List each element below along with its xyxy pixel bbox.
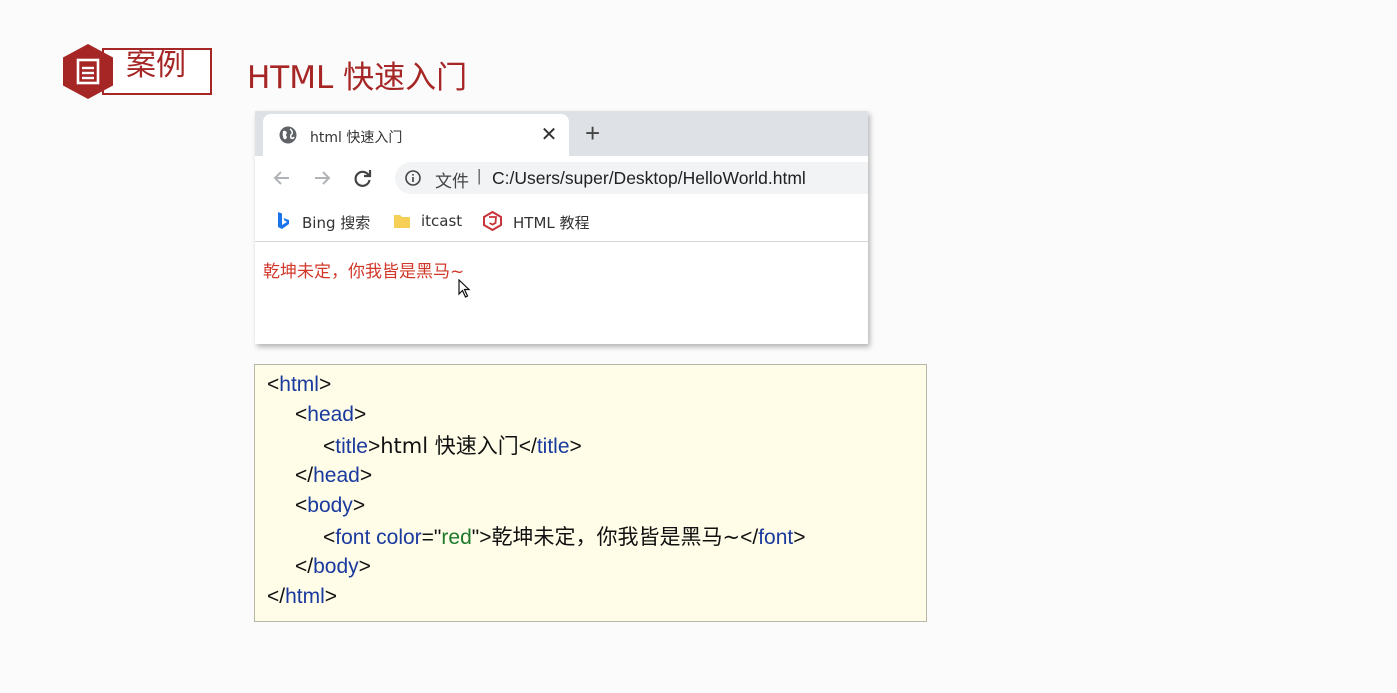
code-token: font	[758, 525, 794, 549]
page-content: 乾坤未定，你我皆是黑马~	[255, 243, 868, 344]
browser-toolbar: 文件 | C:/Users/super/Desktop/HelloWorld.h…	[255, 156, 868, 200]
code-token: >	[352, 494, 366, 518]
code-token: </	[295, 463, 314, 487]
globe-icon	[279, 126, 297, 144]
bookmark-label: Bing 搜索	[302, 214, 371, 232]
code-token: 乾坤未定，你我皆是黑马~	[491, 524, 741, 549]
code-token: html	[285, 585, 325, 609]
address-bar[interactable]: 文件 | C:/Users/super/Desktop/HelloWorld.h…	[395, 162, 868, 194]
bookmark-html-tutorial[interactable]: HTML 教程	[483, 210, 603, 232]
code-token: red	[441, 525, 472, 549]
file-scheme-label: 文件	[435, 172, 469, 192]
code-token: >	[318, 373, 332, 396]
document-icon	[63, 44, 113, 99]
slide-title: HTML 快速入门	[247, 60, 468, 96]
code-token: >	[324, 585, 338, 609]
code-token: title	[536, 434, 570, 458]
address-url[interactable]: C:/Users/super/Desktop/HelloWorld.html	[492, 168, 806, 189]
code-token: body	[307, 494, 353, 518]
bookmark-label: HTML 教程	[513, 214, 590, 232]
case-badge: 案例	[62, 43, 212, 99]
code-token: </	[295, 554, 314, 578]
bookmark-itcast[interactable]: itcast	[393, 210, 473, 232]
info-icon[interactable]	[405, 170, 421, 186]
code-token: font	[335, 525, 377, 549]
bookmarks-bar: Bing 搜索 itcast HTML 教程	[255, 200, 868, 242]
mouse-cursor-icon	[458, 279, 471, 298]
address-separator: |	[477, 166, 482, 185]
code-token: title	[335, 434, 368, 458]
code-token: ">	[471, 525, 492, 549]
code-token: >	[793, 525, 806, 549]
arrow-right-icon[interactable]	[309, 165, 335, 191]
reload-icon[interactable]	[350, 165, 376, 191]
tab-strip: html 快速入门 ✕ +	[255, 111, 868, 156]
folder-icon	[394, 215, 410, 228]
code-token: <	[295, 494, 308, 518]
code-token: >	[353, 403, 367, 427]
code-token: ="	[421, 525, 442, 549]
code-token: <	[295, 403, 308, 427]
code-line: <font color="red">乾坤未定，你我皆是黑马~</font>	[323, 524, 805, 551]
code-token: >	[367, 434, 381, 458]
code-line: </body>	[295, 554, 371, 580]
code-token: </	[267, 585, 286, 609]
code-token: >	[358, 554, 371, 578]
code-token: <	[267, 373, 280, 396]
close-icon[interactable]: ✕	[539, 122, 559, 147]
code-line: <html>	[267, 372, 331, 398]
code-token: html 快速入门	[380, 433, 519, 458]
code-line: <body>	[295, 493, 365, 519]
code-token: html	[279, 373, 319, 396]
html5-icon	[483, 211, 502, 231]
browser-window: html 快速入门 ✕ + 文件 | C:/Users/super/Deskto…	[255, 111, 868, 344]
code-line: <head>	[295, 402, 366, 428]
code-line: <title>html 快速入门</title>	[323, 433, 582, 460]
code-token: </	[740, 525, 759, 549]
code-line: </html>	[267, 584, 337, 610]
code-token: head	[313, 463, 360, 487]
code-token: >	[359, 463, 373, 487]
new-tab-button[interactable]: +	[585, 119, 600, 147]
code-token: <	[323, 525, 336, 549]
case-badge-label: 案例	[126, 48, 186, 83]
code-token: body	[313, 554, 359, 578]
bookmark-label: itcast	[421, 212, 463, 230]
code-token: color	[376, 525, 422, 549]
code-token: >	[569, 434, 582, 458]
arrow-left-icon[interactable]	[269, 165, 295, 191]
bookmark-bing[interactable]: Bing 搜索	[275, 210, 375, 232]
code-token: <	[323, 434, 336, 458]
code-listing: <html> <head> <title>html 快速入门</title> </he…	[254, 364, 927, 622]
code-token: </	[518, 434, 537, 458]
bing-icon	[278, 212, 289, 229]
code-token: head	[307, 403, 354, 427]
browser-tab[interactable]: html 快速入门 ✕	[263, 114, 569, 156]
code-line: </head>	[295, 463, 372, 489]
page-text: 乾坤未定，你我皆是黑马~	[263, 262, 465, 282]
tab-title: html 快速入门	[310, 130, 403, 146]
